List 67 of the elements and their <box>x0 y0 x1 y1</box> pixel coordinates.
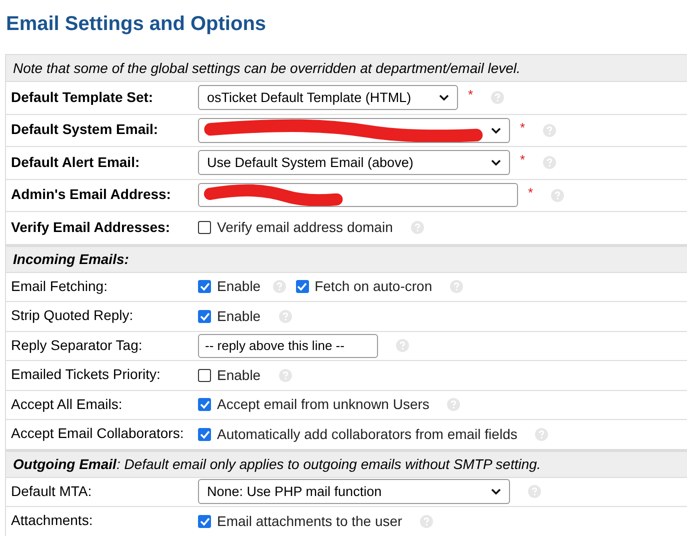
help-icon[interactable] <box>551 188 564 202</box>
text-field[interactable] <box>198 183 518 208</box>
checkbox-label[interactable]: Automatically add collaborators from email fields <box>217 424 518 445</box>
field-label: Emailed Tickets Priority: <box>11 366 160 382</box>
checkmark-icon <box>200 282 210 292</box>
field-label: Admin's Email Address: <box>11 186 171 202</box>
checkmark-icon <box>297 282 308 292</box>
required-mark: * <box>468 86 474 104</box>
caret-icon <box>491 159 501 166</box>
required-mark: * <box>528 184 534 202</box>
field-label: Accept Email Collaborators: <box>11 425 184 442</box>
checkmark-icon <box>200 516 210 526</box>
field-label: Attachments: <box>11 512 93 528</box>
checkbox-label[interactable]: Enable <box>217 276 261 298</box>
note-text: Note that some of the global settings can be overridden at department/email level. <box>13 58 520 78</box>
help-icon[interactable] <box>491 91 504 104</box>
help-icon[interactable] <box>543 124 556 137</box>
help-icon[interactable] <box>450 280 464 294</box>
required-mark: * <box>520 151 526 169</box>
field-label: Default System Email: <box>11 121 158 138</box>
field-label: Default Alert Email: <box>11 154 140 170</box>
field-label: Default Template Set: <box>11 88 154 105</box>
caret-icon <box>491 488 501 496</box>
checkbox-label[interactable]: Accept email from unknown Users <box>217 394 430 416</box>
field-label: Verify Email Addresses: <box>11 218 170 235</box>
text-field[interactable]: -- reply above this line -- <box>198 334 378 358</box>
checkbox-label[interactable]: Enable <box>217 364 261 386</box>
note-text: Outgoing Email: Default email only applies to outgoing emails without SMTP setting. <box>13 454 541 474</box>
checkbox[interactable] <box>198 398 211 412</box>
checkbox-label[interactable]: Fetch on auto-cron <box>314 276 432 298</box>
checkbox[interactable] <box>198 368 211 382</box>
help-icon[interactable] <box>420 514 434 528</box>
dropdown[interactable]: None: Use PHP mail function <box>198 479 510 504</box>
field-label: Default MTA: <box>11 482 92 499</box>
help-icon[interactable] <box>528 485 541 498</box>
help-icon[interactable] <box>447 398 460 412</box>
help-icon[interactable] <box>278 368 292 382</box>
section-heading: Incoming Emails: <box>13 250 129 269</box>
field-label: Email Fetching: <box>11 278 108 294</box>
checkbox[interactable] <box>198 221 211 234</box>
checkbox-label[interactable]: Enable <box>217 306 261 327</box>
caret-icon <box>439 94 449 102</box>
checkbox[interactable] <box>198 428 211 441</box>
help-icon[interactable] <box>278 310 292 323</box>
dropdown[interactable] <box>198 118 510 143</box>
checkbox-label[interactable]: Email attachments to the user <box>217 510 402 532</box>
help-icon[interactable] <box>410 221 424 234</box>
field-label: Accept All Emails: <box>11 396 122 412</box>
help-icon[interactable] <box>543 156 556 170</box>
dropdown[interactable]: Use Default System Email (above) <box>198 150 510 176</box>
checkbox[interactable] <box>198 514 211 528</box>
help-icon[interactable] <box>396 339 409 352</box>
field-label: Strip Quoted Reply: <box>11 307 134 324</box>
checkbox[interactable] <box>198 280 211 294</box>
checkbox-label[interactable]: Verify email address domain <box>217 217 393 238</box>
field-label: Reply Separator Tag: <box>11 336 142 353</box>
checkbox[interactable] <box>296 280 309 294</box>
page-title: Email Settings and Options <box>5 12 268 37</box>
caret-icon <box>491 126 501 134</box>
checkmark-icon <box>200 430 210 439</box>
checkbox[interactable] <box>198 310 211 323</box>
checkmark-icon <box>200 312 210 321</box>
dropdown[interactable]: osTicket Default Template (HTML) <box>198 85 458 110</box>
checkmark-icon <box>200 400 210 410</box>
help-icon[interactable] <box>272 280 286 294</box>
required-mark: * <box>520 118 526 136</box>
help-icon[interactable] <box>535 428 548 441</box>
